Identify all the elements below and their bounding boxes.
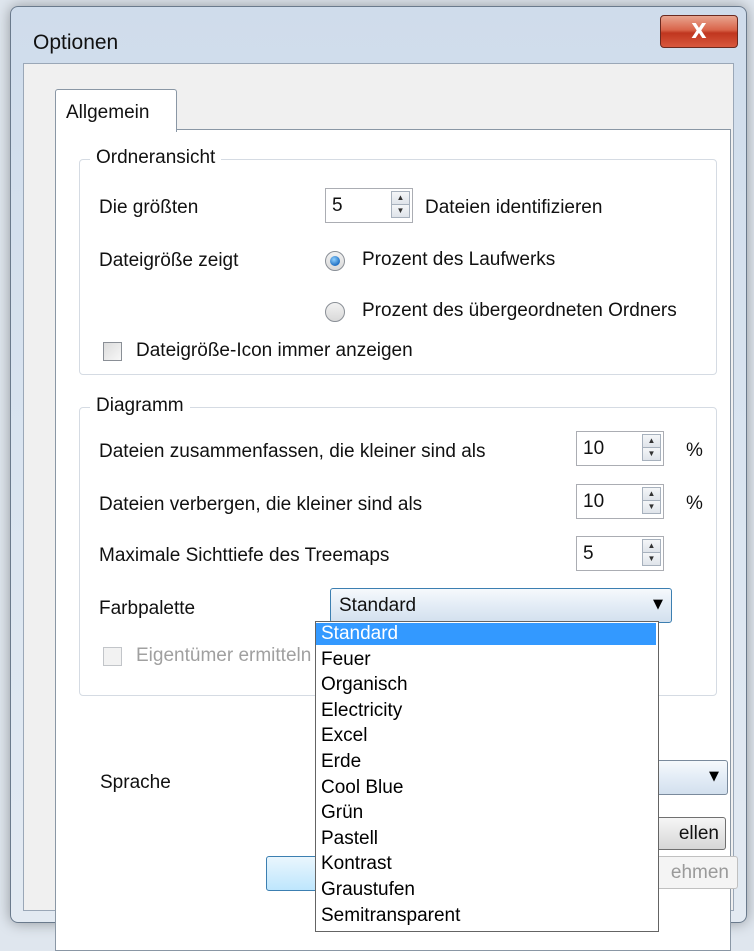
- largest-files-label: Die größten: [99, 197, 199, 218]
- group-title-ordneransicht: Ordneransicht: [90, 147, 222, 169]
- palette-option-erde[interactable]: Erde: [316, 751, 656, 773]
- spin-up-icon[interactable]: ▲: [391, 191, 410, 205]
- group-ordneransicht: Ordneransicht Die größten 5 ▲ ▼ Dateien …: [79, 147, 717, 375]
- palette-option-cool-blue[interactable]: Cool Blue: [316, 777, 656, 799]
- always-icon-label[interactable]: Dateigröße-Icon immer anzeigen: [136, 340, 413, 362]
- chevron-down-icon[interactable]: ▼: [653, 597, 663, 612]
- window-title: Optionen: [33, 31, 119, 54]
- apply-button-label: ehmen: [670, 862, 729, 883]
- palette-option-organisch[interactable]: Organisch: [316, 674, 656, 696]
- palette-option-feuer[interactable]: Feuer: [316, 649, 656, 671]
- close-icon: X: [691, 19, 707, 43]
- tab-label: Allgemein: [66, 102, 150, 123]
- palette-option-pastell[interactable]: Pastell: [316, 828, 656, 850]
- hide-files-unit: %: [686, 493, 703, 514]
- largest-files-suffix: Dateien identifizieren: [425, 197, 603, 218]
- close-button[interactable]: X: [660, 15, 738, 48]
- radio-percent-parent[interactable]: [325, 302, 345, 322]
- hide-files-label: Dateien verbergen, die kleiner sind als: [99, 494, 423, 515]
- stepper-arrows: ▲ ▼: [642, 539, 661, 566]
- treemap-depth-stepper[interactable]: 5 ▲ ▼: [576, 536, 664, 571]
- filesize-shows-label: Dateigröße zeigt: [99, 250, 239, 271]
- palette-option-excel[interactable]: Excel: [316, 725, 656, 747]
- always-icon-checkbox[interactable]: [103, 342, 122, 361]
- palette-label: Farbpalette: [99, 598, 196, 619]
- palette-option-kontrast[interactable]: Kontrast: [316, 853, 656, 875]
- largest-files-value[interactable]: 5: [332, 195, 343, 217]
- treemap-depth-label: Maximale Sichttiefe des Treemaps: [99, 545, 390, 566]
- palette-option-gruen[interactable]: Grün: [316, 802, 656, 824]
- treemap-depth-value[interactable]: 5: [583, 543, 594, 565]
- combine-files-stepper[interactable]: 10 ▲ ▼: [576, 431, 664, 466]
- stepper-arrows: ▲ ▼: [391, 191, 410, 218]
- largest-files-stepper[interactable]: 5 ▲ ▼: [325, 188, 413, 223]
- palette-option-graustufen[interactable]: Graustufen: [316, 879, 656, 901]
- hide-files-stepper[interactable]: 10 ▲ ▼: [576, 484, 664, 519]
- tab-allgemein[interactable]: Allgemein: [55, 89, 177, 132]
- palette-select[interactable]: Standard ▼: [330, 588, 672, 623]
- radio-percent-parent-label[interactable]: Prozent des übergeordneten Ordners: [362, 300, 677, 322]
- radio-percent-drive-label[interactable]: Prozent des Laufwerks: [362, 249, 555, 271]
- palette-dropdown-list: Standard Feuer Organisch Electricity Exc…: [315, 621, 659, 932]
- stepper-arrows: ▲ ▼: [642, 434, 661, 461]
- palette-option-semitransparent[interactable]: Semitransparent: [316, 905, 656, 927]
- spin-down-icon[interactable]: ▼: [642, 552, 661, 566]
- language-label: Sprache: [100, 772, 171, 793]
- palette-option-electricity[interactable]: Electricity: [316, 700, 656, 722]
- stepper-arrows: ▲ ▼: [642, 487, 661, 514]
- group-title-diagramm: Diagramm: [90, 395, 190, 417]
- spin-up-icon[interactable]: ▲: [642, 434, 661, 448]
- combine-files-label: Dateien zusammenfassen, die kleiner sind…: [99, 441, 486, 462]
- palette-option-standard[interactable]: Standard: [316, 623, 656, 645]
- spin-up-icon[interactable]: ▲: [642, 487, 661, 501]
- radio-percent-drive[interactable]: [325, 251, 345, 271]
- combine-files-unit: %: [686, 440, 703, 461]
- reset-button-label: ellen: [678, 823, 719, 844]
- spin-down-icon[interactable]: ▼: [642, 447, 661, 461]
- owner-label: Eigentümer ermitteln: [136, 645, 312, 666]
- hide-files-value[interactable]: 10: [583, 491, 604, 513]
- combine-files-value[interactable]: 10: [583, 438, 604, 460]
- spin-down-icon[interactable]: ▼: [642, 500, 661, 514]
- spin-up-icon[interactable]: ▲: [642, 539, 661, 553]
- palette-select-value: Standard: [339, 595, 417, 616]
- spin-down-icon[interactable]: ▼: [391, 204, 410, 218]
- owner-checkbox[interactable]: [103, 647, 122, 666]
- chevron-down-icon[interactable]: ▼: [709, 769, 719, 784]
